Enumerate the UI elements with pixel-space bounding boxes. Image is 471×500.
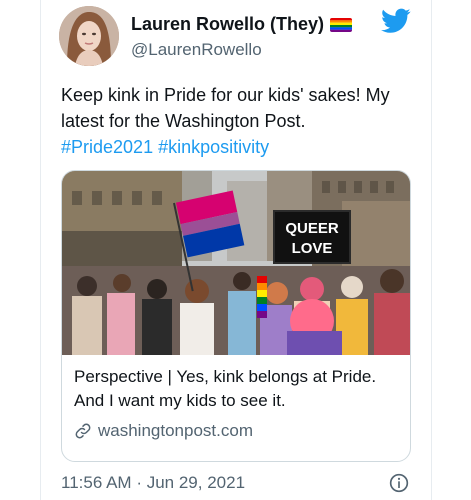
tweet-hashtags[interactable]: #Pride2021 #kinkpositivity	[61, 137, 269, 157]
tweet-time: 11:56 AM	[61, 473, 132, 492]
pride-flag-icon	[330, 17, 353, 32]
link-preview-image[interactable]: QUEER LOVE	[62, 171, 410, 355]
user-handle[interactable]: @LaurenRowello	[131, 40, 262, 60]
link-domain-row[interactable]: washingtonpost.com	[74, 421, 400, 441]
avatar[interactable]	[59, 6, 119, 66]
tweet-header: Lauren Rowello (They) @LaurenRowello	[59, 6, 417, 66]
twitter-logo-icon[interactable]	[381, 8, 411, 34]
display-name[interactable]: Lauren Rowello (They)	[131, 14, 324, 35]
link-preview-body[interactable]: Perspective | Yes, kink belongs at Pride…	[74, 365, 400, 441]
tweet-timestamp[interactable]: 11:56 AM · Jun 29, 2021	[61, 473, 245, 493]
tweet-date: Jun 29, 2021	[146, 473, 246, 492]
tweet-body: Keep kink in Pride for our kids' sakes! …	[61, 85, 390, 131]
link-icon	[75, 423, 91, 439]
tweet-text: Keep kink in Pride for our kids' sakes! …	[61, 82, 411, 160]
sign-text-line-1: QUEER	[285, 220, 339, 237]
link-preview-card[interactable]: QUEER LOVE Perspective | Yes, kink belon…	[61, 170, 411, 462]
sign-text-line-2: LOVE	[292, 240, 333, 257]
avatar-image	[59, 6, 119, 66]
meta-separator: ·	[136, 473, 142, 492]
link-title[interactable]: Perspective | Yes, kink belongs at Pride…	[74, 365, 400, 413]
tweet-card[interactable]: Lauren Rowello (They) @LaurenRowello Kee…	[40, 0, 432, 500]
info-icon[interactable]	[389, 473, 409, 493]
link-domain[interactable]: washingtonpost.com	[98, 421, 253, 441]
